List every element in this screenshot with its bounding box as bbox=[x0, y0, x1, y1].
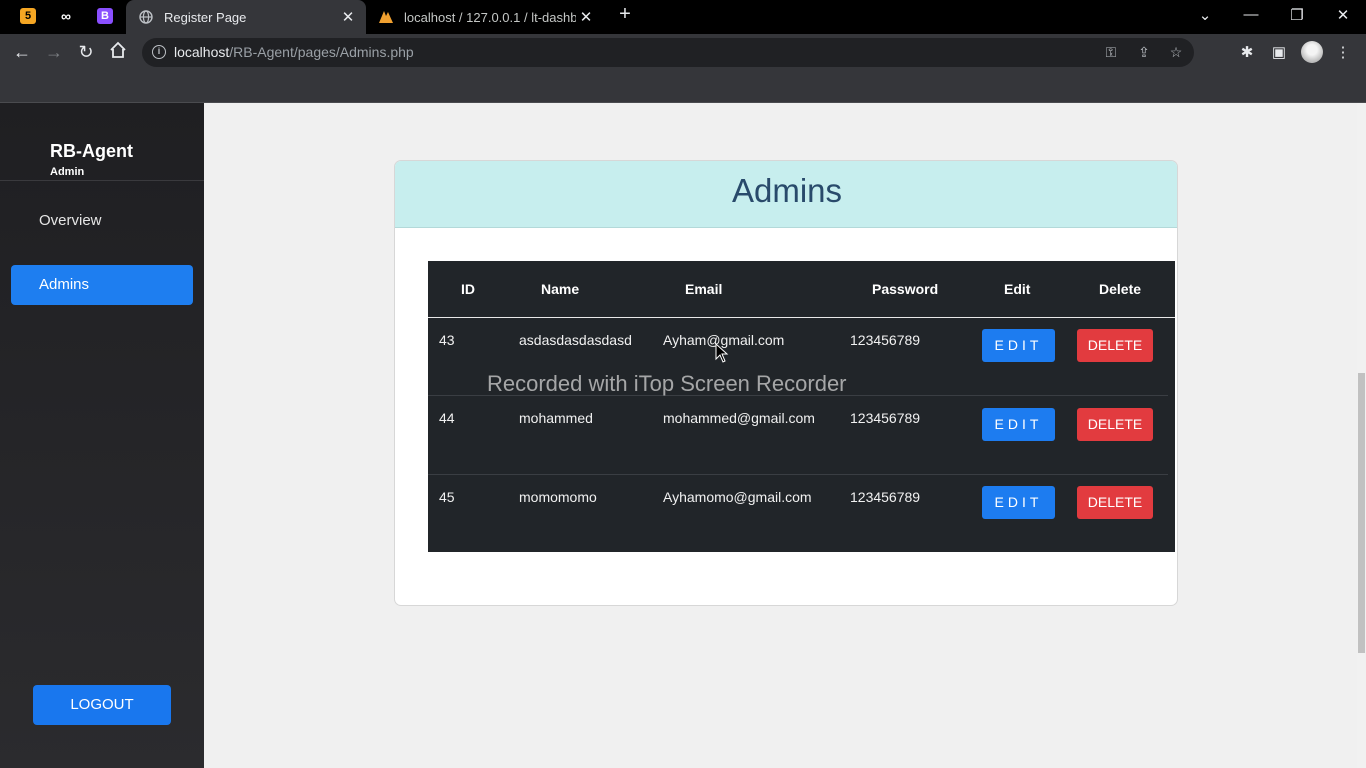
restore-icon[interactable]: ❐ bbox=[1287, 6, 1307, 24]
delete-button[interactable]: DELETE bbox=[1077, 408, 1153, 441]
column-header-password: Password bbox=[872, 281, 939, 297]
sidebar-item-overview[interactable]: Overview bbox=[11, 201, 193, 241]
mouse-cursor-icon bbox=[715, 343, 729, 363]
bookmark-star-icon[interactable]: ☆ bbox=[1167, 44, 1185, 61]
cell-name: asdasdasdasdasd bbox=[519, 332, 632, 348]
pinned-tab-3-icon: B bbox=[101, 10, 109, 22]
tab-strip: 5 ∞ B Register Page ✕ localhost / 127.0.… bbox=[0, 0, 1366, 34]
page-scrollbar[interactable] bbox=[1357, 103, 1366, 768]
edit-button[interactable]: EDIT bbox=[982, 408, 1055, 441]
globe-icon bbox=[138, 9, 154, 25]
edit-button[interactable]: EDIT bbox=[982, 486, 1055, 519]
tab-phpmyadmin[interactable]: localhost / 127.0.0.1 / lt-dashboard ✕ bbox=[366, 0, 604, 34]
row-divider bbox=[428, 474, 1168, 475]
cell-id: 44 bbox=[439, 410, 455, 426]
recorder-watermark: Recorded with iTop Screen Recorder bbox=[487, 371, 847, 396]
site-info-icon[interactable]: i bbox=[152, 45, 166, 59]
admins-table: ID Name Email Password Edit Delete 43 as… bbox=[428, 261, 1175, 552]
forward-arrow-icon[interactable]: → bbox=[43, 41, 65, 63]
cell-password: 123456789 bbox=[850, 489, 921, 505]
minimize-icon[interactable]: — bbox=[1241, 6, 1261, 23]
edit-button[interactable]: EDIT bbox=[982, 329, 1055, 362]
column-header-name: Name bbox=[541, 281, 580, 297]
new-tab-icon[interactable]: + bbox=[615, 3, 635, 26]
pinned-tab-1-icon: 5 bbox=[24, 10, 32, 22]
reload-icon[interactable]: ↻ bbox=[75, 41, 97, 63]
back-arrow-icon[interactable]: ← bbox=[11, 41, 33, 63]
tab-register-page[interactable]: Register Page ✕ bbox=[126, 0, 366, 34]
page-viewport: RB-Agent Admin Overview Admins LOGOUT Ad… bbox=[0, 103, 1366, 768]
cell-password: 123456789 bbox=[850, 410, 921, 426]
cell-id: 43 bbox=[439, 332, 455, 348]
cell-email: mohammed@gmail.com bbox=[663, 410, 815, 426]
logout-button[interactable]: LOGOUT bbox=[33, 685, 171, 725]
side-panel-icon[interactable]: ▣ bbox=[1270, 43, 1288, 61]
brand-role: Admin bbox=[50, 166, 85, 178]
window-close-icon[interactable]: ✕ bbox=[1333, 6, 1353, 24]
more-menu-icon[interactable]: ⋮ bbox=[1334, 43, 1352, 61]
delete-button[interactable]: DELETE bbox=[1077, 486, 1153, 519]
tab-title: Register Page bbox=[164, 9, 247, 25]
cell-name: mohammed bbox=[519, 410, 593, 426]
cell-email: Ayhamomo@gmail.com bbox=[663, 489, 812, 505]
cell-id: 45 bbox=[439, 489, 455, 505]
phpmyadmin-icon bbox=[378, 9, 394, 25]
key-icon[interactable]: ⚿ bbox=[1102, 44, 1120, 61]
share-icon[interactable]: ⇪ bbox=[1135, 44, 1153, 61]
sidebar: RB-Agent Admin Overview Admins LOGOUT bbox=[0, 103, 204, 768]
column-header-email: Email bbox=[685, 281, 723, 297]
cell-name: momomomo bbox=[519, 489, 597, 505]
close-icon[interactable]: ✕ bbox=[576, 8, 596, 26]
pinned-tab-3[interactable]: B bbox=[97, 8, 113, 24]
close-icon[interactable]: ✕ bbox=[338, 8, 358, 26]
browser-toolbar: ← → ↻ i localhost/RB-Agent/pages/Admins.… bbox=[0, 34, 1366, 70]
tab-title: localhost / 127.0.0.1 / lt-dashboard bbox=[404, 9, 576, 25]
cell-password: 123456789 bbox=[850, 332, 921, 348]
scrollbar-thumb[interactable] bbox=[1358, 373, 1365, 653]
pinned-tab-2-icon: ∞ bbox=[61, 8, 71, 24]
page-title: Admins bbox=[731, 172, 843, 209]
address-bar[interactable]: i localhost/RB-Agent/pages/Admins.php ⚿ … bbox=[142, 38, 1194, 67]
pinned-tab-2[interactable]: ∞ bbox=[58, 8, 74, 24]
divider bbox=[0, 180, 204, 181]
column-header-id: ID bbox=[461, 281, 475, 297]
bookmark-bar bbox=[0, 70, 1366, 103]
header-divider bbox=[428, 317, 1175, 318]
delete-button[interactable]: DELETE bbox=[1077, 329, 1153, 362]
url-text: localhost/RB-Agent/pages/Admins.php bbox=[174, 44, 414, 60]
column-header-edit: Edit bbox=[1004, 281, 1031, 297]
extensions-puzzle-icon[interactable]: ✱ bbox=[1238, 43, 1256, 61]
profile-avatar[interactable] bbox=[1301, 41, 1323, 63]
home-icon[interactable] bbox=[107, 41, 129, 63]
tab-search-chevron-icon[interactable]: ⌄ bbox=[1195, 6, 1215, 24]
sidebar-item-admins[interactable]: Admins bbox=[11, 265, 193, 305]
pinned-tab-1[interactable]: 5 bbox=[20, 8, 36, 24]
column-header-delete: Delete bbox=[1099, 281, 1142, 297]
brand-name: RB-Agent bbox=[50, 141, 133, 161]
card-header: Admins bbox=[395, 161, 1177, 228]
